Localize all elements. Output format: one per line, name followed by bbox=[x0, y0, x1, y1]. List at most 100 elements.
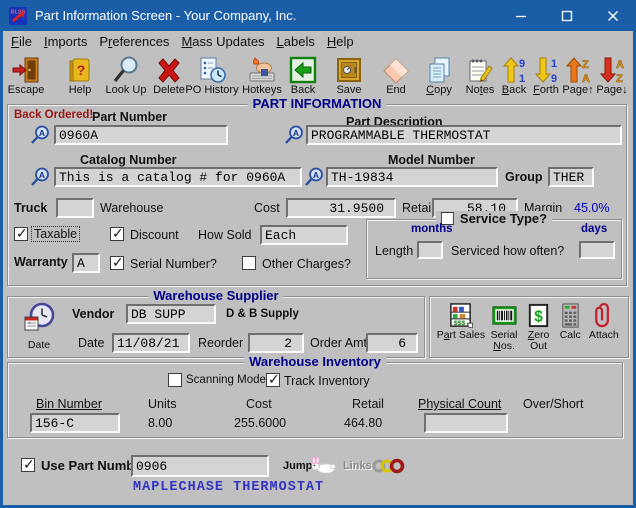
margin-value: 45.0% bbox=[574, 201, 610, 215]
svg-text:A: A bbox=[616, 59, 624, 71]
blss-logo-icon: BLSS bbox=[9, 6, 27, 25]
catalog-number-lookup-button[interactable]: A bbox=[30, 167, 50, 187]
use-part-number-input[interactable] bbox=[131, 455, 269, 477]
track-inventory-checkbox[interactable] bbox=[266, 371, 280, 388]
maximize-icon bbox=[561, 10, 573, 21]
toolbar-button-help[interactable]: ? Help bbox=[59, 54, 101, 100]
back-ordered-flag: Back Ordered! bbox=[14, 109, 94, 121]
part-number-input[interactable] bbox=[54, 125, 228, 145]
keyboard-hand-icon bbox=[248, 54, 276, 84]
serial-numbers-button[interactable]: Serial Nos. bbox=[486, 302, 522, 352]
green-back-arrow-icon bbox=[289, 54, 317, 84]
taxable-checkbox[interactable] bbox=[14, 225, 28, 242]
menu-imports[interactable]: Imports bbox=[38, 32, 93, 51]
record-forth-arrow-icon: 19 bbox=[532, 54, 560, 84]
page-down-arrow-icon: AZ bbox=[598, 54, 626, 84]
physical-count-input[interactable] bbox=[424, 413, 508, 433]
warehouse-supplier-section: Warehouse Supplier 1 Date Vendor D & B S… bbox=[7, 288, 425, 358]
toolbar-button-hotkeys[interactable]: Hotkeys bbox=[238, 54, 286, 100]
length-input[interactable] bbox=[417, 241, 443, 259]
use-part-number-checkbox[interactable] bbox=[21, 456, 35, 473]
warehouse-inventory-title: Warehouse Inventory bbox=[244, 354, 386, 369]
red-x-icon bbox=[155, 54, 183, 84]
group-input[interactable] bbox=[548, 167, 594, 187]
model-number-label: Model Number bbox=[388, 153, 475, 167]
how-sold-input[interactable] bbox=[260, 225, 348, 245]
order-amt-input[interactable] bbox=[366, 333, 418, 353]
order-amt-label: Order Amt bbox=[310, 336, 367, 350]
reorder-label: Reorder bbox=[198, 336, 244, 350]
column-units: Units bbox=[148, 397, 177, 411]
serial-number-checkbox[interactable] bbox=[110, 254, 124, 271]
rabbit-icon[interactable] bbox=[309, 456, 337, 479]
toolbar-button-page-down[interactable]: AZ Page↓ bbox=[592, 54, 632, 100]
magnifier-a-icon: A bbox=[285, 125, 303, 144]
toolbar-button-record-back[interactable]: 91 Back bbox=[497, 54, 531, 100]
menu-preferences[interactable]: Preferences bbox=[93, 32, 175, 51]
retail-value: 464.80 bbox=[344, 416, 383, 430]
door-exit-icon bbox=[12, 54, 40, 84]
part-sales-button[interactable]: $$$ Part Sales bbox=[436, 302, 486, 352]
model-number-lookup-button[interactable]: A bbox=[304, 167, 324, 187]
discount-checkbox[interactable] bbox=[110, 225, 124, 242]
part-description-lookup-button[interactable]: A bbox=[284, 125, 304, 145]
toolbar: Escape ? Help Look Up Delete PO History … bbox=[3, 53, 633, 101]
part-number-lookup-button[interactable]: A bbox=[30, 125, 50, 145]
toolbar-button-escape[interactable]: Escape bbox=[3, 54, 49, 100]
column-retail: Retail bbox=[352, 397, 384, 411]
menu-mass-updates[interactable]: Mass Updates bbox=[175, 32, 270, 51]
copy-documents-icon bbox=[425, 54, 453, 84]
toolbar-button-look-up[interactable]: Look Up bbox=[102, 54, 150, 100]
supplier-date-input[interactable] bbox=[112, 333, 190, 353]
column-physical-count[interactable]: Physical Count bbox=[418, 397, 501, 411]
calculator-icon bbox=[562, 303, 579, 328]
maximize-button[interactable] bbox=[544, 0, 590, 31]
clock-calendar-icon: 1 bbox=[24, 302, 55, 331]
part-number-label: Part Number bbox=[92, 110, 168, 124]
vendor-label: Vendor bbox=[72, 307, 115, 321]
vendor-input[interactable] bbox=[126, 304, 216, 324]
toolbar-button-save[interactable]: Save bbox=[331, 54, 367, 100]
menu-labels[interactable]: Labels bbox=[271, 32, 321, 51]
safe-icon bbox=[335, 54, 363, 84]
close-button[interactable] bbox=[590, 0, 636, 31]
how-sold-label: How Sold bbox=[198, 228, 252, 242]
date-button[interactable]: 1 Date bbox=[18, 302, 60, 350]
minimize-button[interactable] bbox=[498, 0, 544, 31]
supplier-date-label: Date bbox=[78, 336, 105, 350]
other-charges-label: Other Charges? bbox=[262, 257, 351, 271]
toolbar-button-copy[interactable]: Copy bbox=[420, 54, 458, 100]
attach-button[interactable]: Attach bbox=[586, 302, 622, 352]
scanning-mode-checkbox[interactable] bbox=[168, 373, 182, 387]
menu-file[interactable]: File bbox=[5, 32, 38, 51]
svg-text:$: $ bbox=[534, 308, 543, 325]
serviced-how-often-input[interactable] bbox=[579, 241, 615, 259]
toolbar-button-po-history[interactable]: PO History bbox=[183, 54, 241, 100]
part-description-input[interactable] bbox=[306, 125, 622, 145]
cost-label: Cost bbox=[254, 201, 280, 215]
bin-number-input[interactable] bbox=[30, 413, 120, 433]
window-title: Part Information Screen - Your Company, … bbox=[35, 8, 297, 23]
retail-label: Retail bbox=[402, 201, 434, 215]
zero-out-button[interactable]: $ Zero Out bbox=[522, 302, 555, 352]
other-charges-checkbox[interactable] bbox=[242, 256, 256, 270]
model-number-input[interactable] bbox=[326, 167, 498, 187]
days-label: days bbox=[581, 223, 608, 235]
months-label: months bbox=[411, 223, 453, 235]
menu-help[interactable]: Help bbox=[321, 32, 360, 51]
truck-input[interactable] bbox=[56, 198, 94, 218]
reorder-input[interactable] bbox=[248, 333, 304, 353]
toolbar-button-end[interactable]: End bbox=[378, 54, 414, 100]
column-bin-number[interactable]: Bin Number bbox=[36, 397, 102, 411]
toolbar-button-back-screen[interactable]: Back bbox=[285, 54, 321, 100]
warranty-input[interactable] bbox=[72, 253, 100, 273]
warehouse-label: Warehouse bbox=[100, 201, 164, 215]
toolbar-button-notes[interactable]: Notes bbox=[460, 54, 500, 100]
paperclip-icon bbox=[595, 302, 610, 328]
svg-text:$$$: $$$ bbox=[454, 320, 466, 327]
calc-button[interactable]: Calc bbox=[555, 302, 586, 352]
jump-button[interactable]: Jump bbox=[283, 460, 312, 472]
cost-input[interactable] bbox=[286, 198, 396, 218]
discount-label: Discount bbox=[130, 228, 179, 242]
catalog-number-input[interactable] bbox=[54, 167, 302, 187]
